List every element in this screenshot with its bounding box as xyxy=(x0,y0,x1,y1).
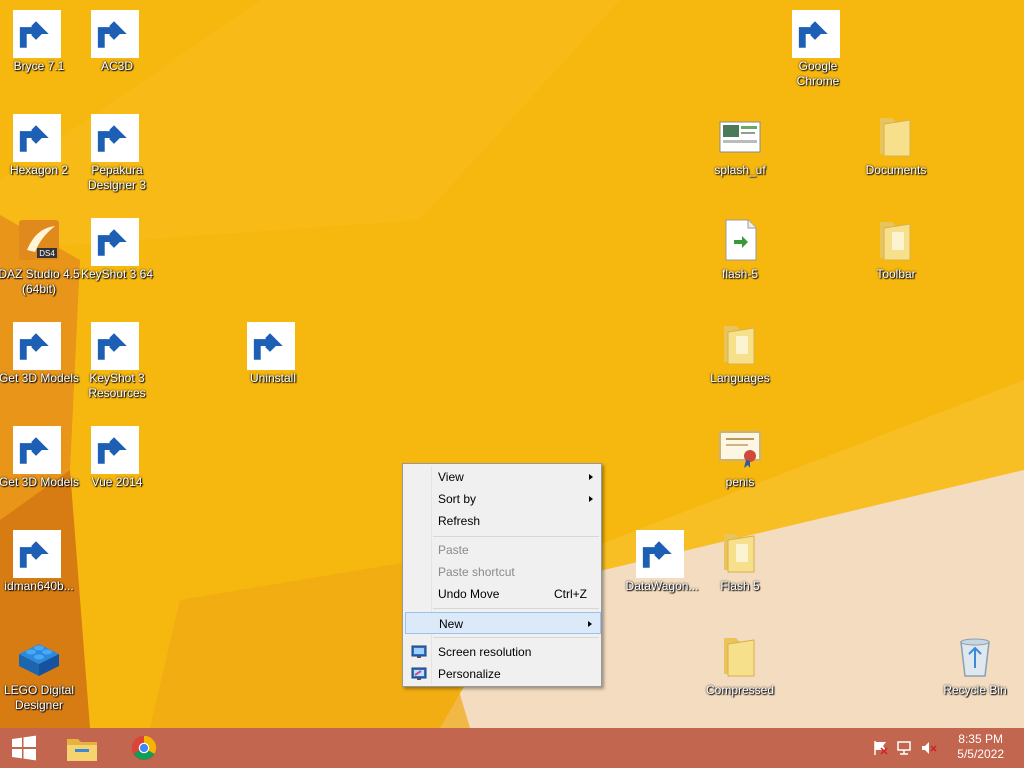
image-file-icon xyxy=(719,121,761,153)
shortcut-arrow-icon xyxy=(13,426,61,474)
folder-icon xyxy=(724,326,755,365)
taskbar: 8:35 PM 5/5/2022 xyxy=(0,728,1024,768)
menu-separator xyxy=(433,637,599,638)
desktop-icon-hexagon[interactable]: Hexagon 2 xyxy=(0,112,81,178)
desktop-icon-bryce[interactable]: Bryce 7.1 xyxy=(0,8,81,74)
desktop-icon-idman[interactable]: idman640b... xyxy=(0,528,81,594)
shortcut-arrow-icon xyxy=(91,114,139,162)
desktop-icon-compressed[interactable]: Compressed xyxy=(698,632,782,698)
volume-muted-icon[interactable] xyxy=(920,739,938,757)
personalize-icon xyxy=(411,667,427,680)
desktop-icon-splash-uf[interactable]: splash_uf xyxy=(698,112,782,178)
shortcut-hint: Ctrl+Z xyxy=(554,587,587,601)
desktop-icon-recycle-bin[interactable]: Recycle Bin xyxy=(933,632,1017,698)
desktop-icon-certificate[interactable]: penis xyxy=(698,424,782,490)
menu-item-view[interactable]: View xyxy=(405,466,601,488)
system-tray xyxy=(872,728,938,768)
desktop-icon-get-3d-models-2[interactable]: TORE Get 3D Models xyxy=(0,424,81,490)
clock-date: 5/5/2022 xyxy=(957,747,1004,761)
action-center-flag-icon[interactable] xyxy=(872,739,890,757)
desktop-icon-pepakura[interactable]: Pepakura Designer 3 xyxy=(75,112,159,193)
windows-logo-icon xyxy=(12,735,36,761)
file-explorer-icon xyxy=(67,739,97,761)
shortcut-arrow-icon xyxy=(13,530,61,578)
screen-resolution-icon xyxy=(411,645,427,658)
desktop-icon-toolbar[interactable]: Toolbar xyxy=(854,216,938,282)
lego-icon xyxy=(19,644,59,676)
shortcut-arrow-icon xyxy=(91,10,139,58)
submenu-arrow-icon xyxy=(589,474,593,480)
shortcut-arrow-icon xyxy=(247,322,295,370)
menu-item-paste-shortcut[interactable]: Paste shortcut xyxy=(405,561,601,583)
menu-item-personalize[interactable]: Personalize xyxy=(405,663,601,685)
shortcut-arrow-icon xyxy=(13,10,61,58)
document-file-icon xyxy=(725,219,757,261)
shortcut-arrow-icon xyxy=(13,114,61,162)
desktop-icon-get-3d-models-1[interactable]: TORE Get 3D Models xyxy=(0,320,81,386)
desktop-icon-daz-studio[interactable]: DS4 DAZ Studio 4.5 (64bit) xyxy=(0,216,81,297)
desktop-icon-documents[interactable]: Documents xyxy=(854,112,938,178)
submenu-arrow-icon xyxy=(588,621,592,627)
shortcut-arrow-icon xyxy=(91,426,139,474)
menu-item-sort-by[interactable]: Sort by xyxy=(405,488,601,510)
desktop-icon-keyshot-resources[interactable]: KeyShot 3 Resources xyxy=(75,320,159,401)
folder-icon xyxy=(724,638,755,677)
desktop-icon-languages[interactable]: Languages xyxy=(698,320,782,386)
desktop-icon-flash-5-file[interactable]: flash-5 xyxy=(698,216,782,282)
chrome-icon xyxy=(131,735,157,761)
shortcut-arrow-icon xyxy=(91,322,139,370)
shortcut-arrow-icon xyxy=(792,10,840,58)
menu-item-undo-move[interactable]: Undo Move Ctrl+Z xyxy=(405,583,601,605)
folder-icon xyxy=(724,534,755,573)
daz-studio-icon: DS4 xyxy=(19,220,59,260)
desktop-icon-uninstall[interactable]: Uninstall xyxy=(231,320,315,386)
menu-item-new[interactable]: New xyxy=(405,612,601,634)
folder-icon xyxy=(880,222,911,261)
menu-item-refresh[interactable]: Refresh xyxy=(405,510,601,532)
desktop-icon-datawagon[interactable]: DataWagon... xyxy=(620,528,704,594)
desktop-icon-google-chrome[interactable]: Google Chrome xyxy=(776,8,860,89)
shortcut-arrow-icon xyxy=(636,530,684,578)
desktop-icon-keyshot[interactable]: KeyShot 3 64 xyxy=(75,216,159,282)
start-button[interactable] xyxy=(0,728,48,768)
recycle-bin-icon xyxy=(960,638,990,677)
clock-time: 8:35 PM xyxy=(958,732,1003,746)
certificate-icon xyxy=(719,431,761,468)
shortcut-arrow-icon xyxy=(13,322,61,370)
desktop-icon-lego-digital-designer[interactable]: LEGO Digital Designer xyxy=(0,632,81,713)
shortcut-arrow-icon xyxy=(91,218,139,266)
desktop-icon-vue-2014[interactable]: Vue 2014 xyxy=(75,424,159,490)
taskbar-file-explorer[interactable] xyxy=(58,728,106,768)
desktop-context-menu: View Sort by Refresh Paste Paste shortcu… xyxy=(402,463,602,687)
menu-item-paste[interactable]: Paste xyxy=(405,539,601,561)
taskbar-clock[interactable]: 8:35 PM 5/5/2022 xyxy=(957,732,1004,762)
svg-text:DS4: DS4 xyxy=(39,249,55,258)
folder-icon xyxy=(880,118,911,157)
desktop-icon-ac3d[interactable]: AC3D xyxy=(75,8,159,74)
menu-separator xyxy=(433,608,599,609)
taskbar-google-chrome[interactable] xyxy=(120,728,168,768)
network-icon[interactable] xyxy=(896,739,914,757)
submenu-arrow-icon xyxy=(589,496,593,502)
desktop-icon-flash-5-folder[interactable]: Flash 5 xyxy=(698,528,782,594)
menu-separator xyxy=(433,536,599,537)
menu-item-screen-resolution[interactable]: Screen resolution xyxy=(405,641,601,663)
